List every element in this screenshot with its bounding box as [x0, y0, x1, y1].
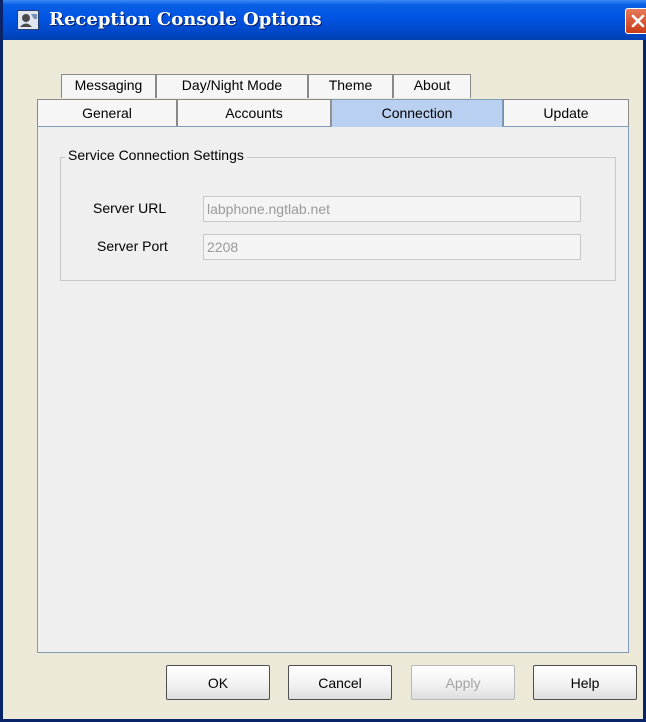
- tab-day-night-mode[interactable]: Day/Night Mode: [156, 74, 308, 98]
- server-port-label: Server Port: [97, 238, 168, 254]
- tab-theme[interactable]: Theme: [308, 74, 393, 98]
- app-icon: [17, 10, 39, 30]
- server-port-field[interactable]: [203, 234, 581, 260]
- tab-update[interactable]: Update: [503, 99, 629, 127]
- server-url-field[interactable]: [203, 196, 581, 222]
- help-button[interactable]: Help: [533, 665, 637, 700]
- service-connection-group: Service Connection Settings Server URL S…: [60, 147, 616, 281]
- options-dialog: Reception Console Options Messaging Day/…: [0, 0, 646, 722]
- tab-accounts[interactable]: Accounts: [177, 99, 331, 127]
- tab-general[interactable]: General: [37, 99, 177, 127]
- group-title: Service Connection Settings: [65, 147, 247, 163]
- tab-messaging[interactable]: Messaging: [61, 74, 156, 98]
- tab-connection[interactable]: Connection: [331, 99, 503, 127]
- title-bar[interactable]: Reception Console Options: [3, 0, 646, 40]
- close-icon: [631, 14, 645, 28]
- ok-button[interactable]: OK: [166, 665, 270, 700]
- apply-button[interactable]: Apply: [411, 665, 515, 700]
- close-button[interactable]: [625, 8, 646, 34]
- window-title: Reception Console Options: [49, 9, 322, 30]
- cancel-button[interactable]: Cancel: [288, 665, 392, 700]
- tab-content-panel: Service Connection Settings Server URL S…: [37, 126, 629, 653]
- tab-about[interactable]: About: [393, 74, 471, 98]
- server-url-label: Server URL: [93, 200, 167, 216]
